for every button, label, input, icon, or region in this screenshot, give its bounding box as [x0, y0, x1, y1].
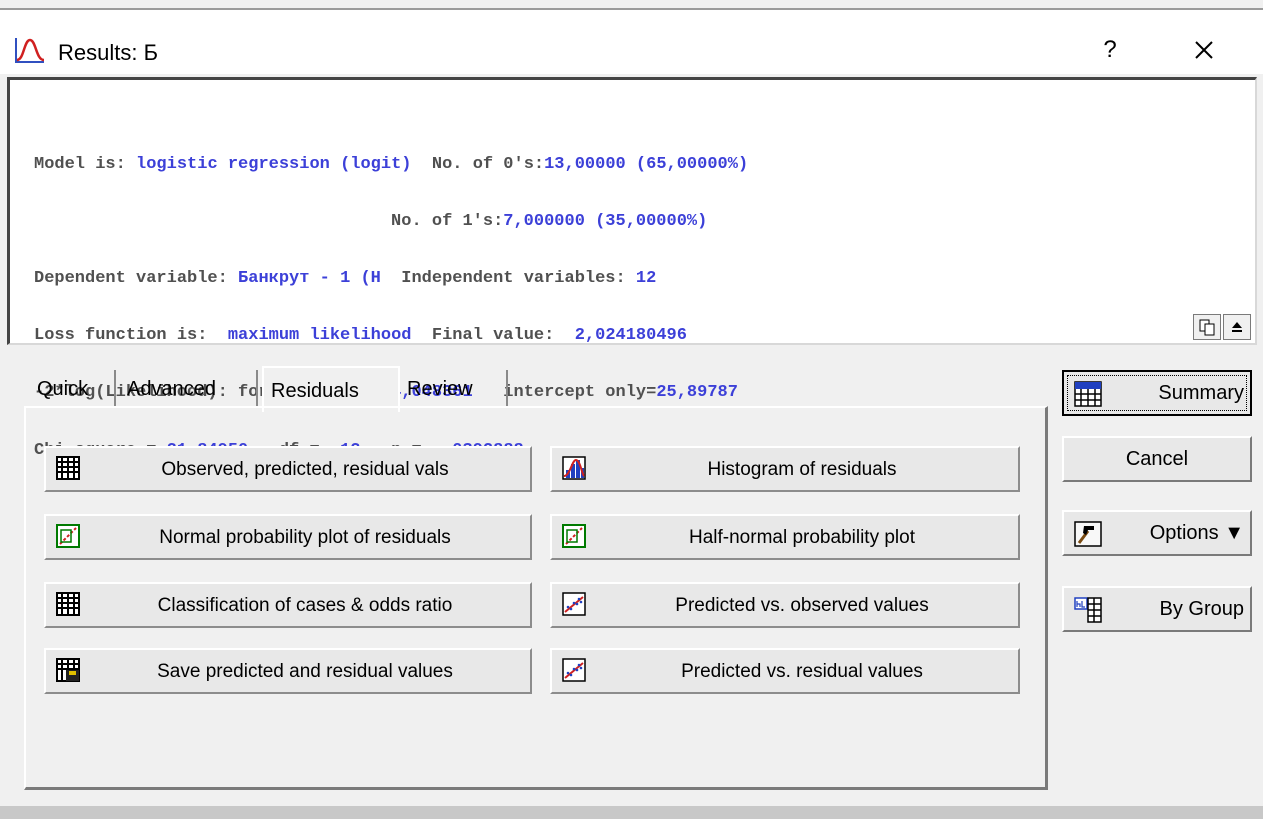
result-line-model: Model is: logistic regression (logit) No…	[34, 151, 748, 180]
predicted-vs-observed-button[interactable]: Predicted vs. observed values	[550, 582, 1020, 628]
result-line-loss: Loss function is: maximum likelihood Fin…	[34, 322, 748, 351]
probability-plot-icon	[56, 524, 80, 548]
bottom-border	[0, 806, 1263, 819]
histogram-of-residuals-button[interactable]: Histogram of residuals	[550, 446, 1020, 492]
independent-variables-label: Independent variables:	[380, 268, 636, 288]
save-predicted-residual-label: Save predicted and residual values	[157, 661, 453, 682]
statistics-app-icon	[15, 38, 45, 63]
results-output-panel: Model is: logistic regression (logit) No…	[7, 77, 1257, 460]
classification-odds-ratio-label: Classification of cases & odds ratio	[157, 595, 453, 616]
classification-odds-ratio-button[interactable]: Classification of cases & odds ratio	[44, 582, 532, 628]
observed-predicted-residual-button[interactable]: Observed, predicted, residual vals	[44, 446, 532, 492]
title-bar: Results: Б ?	[0, 10, 1263, 74]
collapse-up-icon[interactable]	[1223, 314, 1251, 340]
close-icon[interactable]	[1186, 32, 1222, 68]
final-value-label: Final value:	[411, 326, 575, 346]
cancel-label: Cancel	[1125, 448, 1189, 470]
by-group-icon	[1074, 597, 1102, 623]
final-value-value: 2,024180496	[574, 326, 687, 346]
half-normal-probability-plot-button[interactable]: Half-normal probability plot	[550, 514, 1020, 560]
tab-advanced[interactable]: Advanced	[120, 370, 258, 408]
half-normal-probability-plot-label: Half-normal probability plot	[689, 527, 915, 548]
options-icon	[1074, 521, 1102, 547]
scatterplot-icon	[562, 658, 586, 682]
probability-plot-icon	[562, 524, 586, 548]
intercept-only-value: 25,89787	[656, 383, 738, 403]
save-predicted-residual-button[interactable]: Save predicted and residual values	[44, 648, 532, 694]
by-group-label: By Group	[1159, 598, 1244, 620]
observed-predicted-residual-label: Observed, predicted, residual vals	[161, 459, 449, 480]
save-spreadsheet-icon	[56, 658, 80, 682]
independent-variables-value: 12	[635, 268, 657, 288]
predicted-vs-residual-button[interactable]: Predicted vs. residual values	[550, 648, 1020, 694]
tab-quick[interactable]: Quick	[30, 370, 116, 408]
summary-label: Summary	[1158, 382, 1244, 404]
result-line-ones: No. of 1's:7,000000 (35,00000%)	[34, 208, 748, 237]
scatterplot-icon	[562, 592, 586, 616]
loss-function-label: Loss function is:	[34, 326, 228, 346]
copy-icon[interactable]	[1193, 314, 1221, 340]
dependent-variable-value: Банкрут - 1 (H	[238, 268, 381, 288]
result-line-dependent: Dependent variable: Банкрут - 1 (H Indep…	[34, 265, 748, 294]
zeros-count-label: No. of 0's:	[411, 154, 545, 174]
help-button[interactable]: ?	[1093, 32, 1127, 68]
summary-button[interactable]: Summary	[1062, 370, 1252, 416]
model-label: Model is:	[34, 154, 137, 174]
summary-table-icon	[1074, 381, 1102, 407]
tab-review[interactable]: Review	[400, 370, 508, 408]
options-button[interactable]: Options ▼	[1062, 510, 1252, 556]
by-group-button[interactable]: By Group	[1062, 586, 1252, 632]
normal-probability-plot-button[interactable]: Normal probability plot of residuals	[44, 514, 532, 560]
window-title: Results: Б	[58, 40, 159, 65]
normal-probability-plot-label: Normal probability plot of residuals	[159, 527, 451, 548]
options-label: Options ▼	[1149, 522, 1244, 544]
dependent-variable-label: Dependent variable:	[34, 268, 239, 288]
cancel-button[interactable]: Cancel	[1062, 436, 1252, 482]
predicted-vs-residual-label: Predicted vs. residual values	[681, 661, 923, 682]
histogram-icon	[562, 456, 586, 480]
ones-count-value: 7,000000 (35,00000%)	[503, 211, 708, 231]
predicted-vs-observed-label: Predicted vs. observed values	[675, 595, 929, 616]
spreadsheet-icon	[56, 456, 80, 480]
ones-count-label: No. of 1's:	[34, 211, 504, 231]
zeros-count-value: 13,00000 (65,00000%)	[544, 154, 749, 174]
loss-function-value: maximum likelihood	[227, 326, 412, 346]
histogram-of-residuals-label: Histogram of residuals	[707, 459, 897, 480]
spreadsheet-icon	[56, 592, 80, 616]
model-value: logistic regression (logit)	[136, 154, 412, 174]
